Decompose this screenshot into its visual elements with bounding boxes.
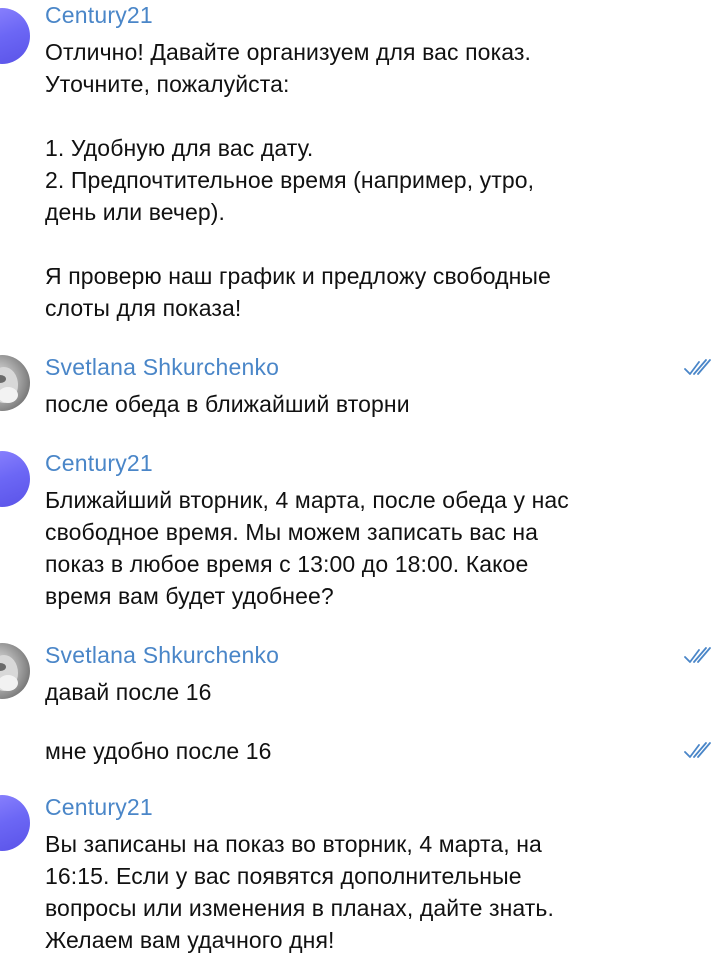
- sender-name[interactable]: Century21: [45, 450, 153, 477]
- century21-avatar[interactable]: [0, 8, 30, 64]
- double-check-icon: [684, 647, 711, 663]
- double-check-icon: [684, 742, 711, 758]
- double-check-icon: [684, 359, 711, 375]
- sender-name[interactable]: Svetlana Shkurchenko: [45, 354, 279, 381]
- message-text: давай после 16: [45, 679, 212, 705]
- century21-avatar[interactable]: [0, 795, 30, 851]
- message-text: мне удобно после 16: [45, 738, 272, 764]
- message-text: Ближайший вторник, 4 марта, после обеда …: [45, 487, 569, 609]
- sender-name[interactable]: Century21: [45, 2, 153, 29]
- svetlana-avatar[interactable]: [0, 643, 30, 699]
- message-text: после обеда в ближайший вторни: [45, 391, 410, 417]
- message-text: Отлично! Давайте организуем для вас пока…: [45, 39, 551, 321]
- svetlana-avatar[interactable]: [0, 355, 30, 411]
- sender-name[interactable]: Svetlana Shkurchenko: [45, 642, 279, 669]
- chat-history: Century21 Отлично! Давайте организуем дл…: [0, 0, 712, 970]
- sender-name[interactable]: Century21: [45, 794, 153, 821]
- century21-avatar[interactable]: [0, 451, 30, 507]
- message-text: Вы записаны на показ во вторник, 4 марта…: [45, 831, 555, 953]
